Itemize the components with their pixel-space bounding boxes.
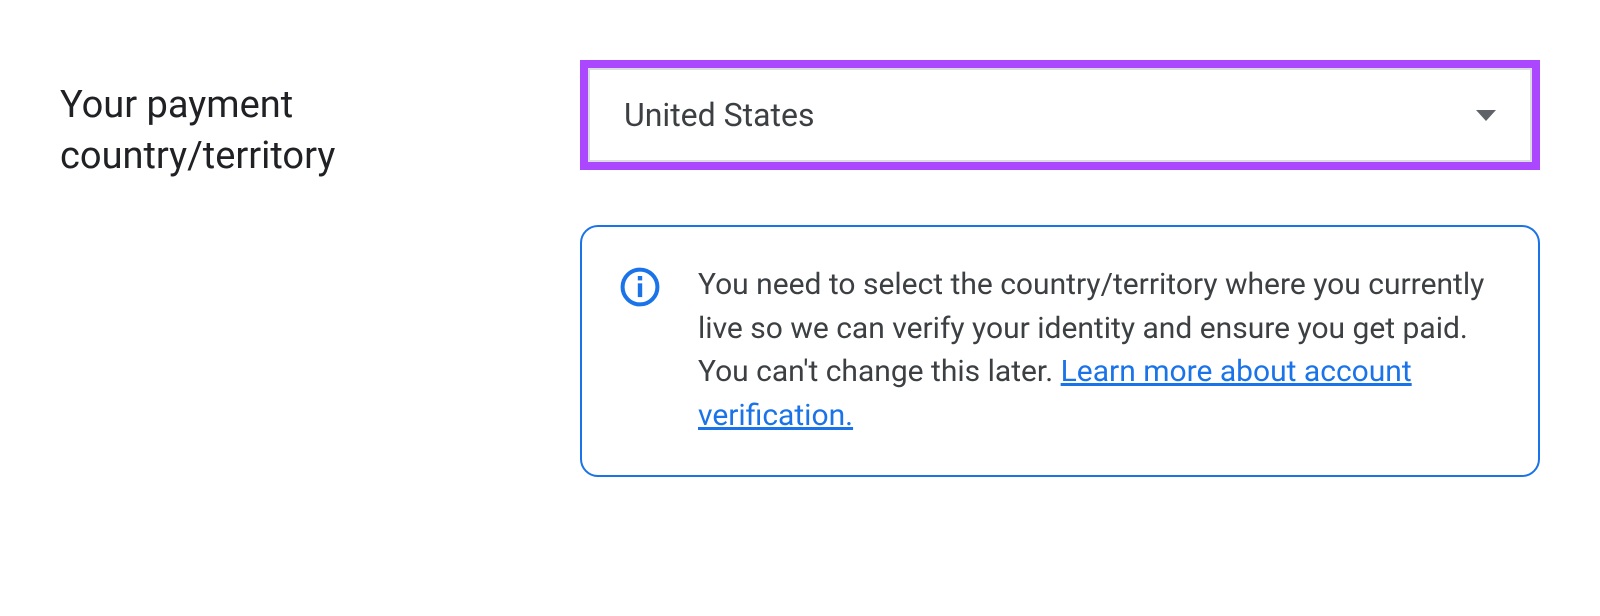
label-column: Your payment country/territory [60, 60, 540, 183]
field-column: United States You need to select the cou… [580, 60, 1540, 477]
payment-country-row: Your payment country/territory United St… [60, 60, 1540, 477]
country-select[interactable]: United States [588, 68, 1532, 162]
info-icon [618, 265, 662, 309]
country-select-value: United States [624, 96, 814, 134]
info-text-container: You need to select the country/territory… [698, 263, 1498, 437]
field-label: Your payment country/territory [60, 80, 540, 183]
info-box: You need to select the country/territory… [580, 225, 1540, 477]
select-highlight-frame: United States [580, 60, 1540, 170]
chevron-down-icon [1476, 110, 1496, 121]
